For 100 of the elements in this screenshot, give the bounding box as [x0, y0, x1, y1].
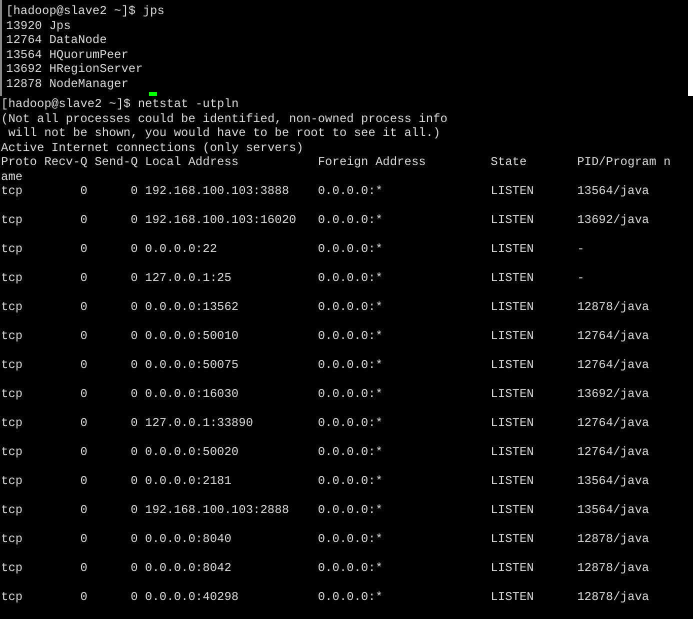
column-header: Local Address [145, 155, 239, 169]
table-cell-text: 0 [130, 300, 138, 316]
column-header: Recv-Q [44, 155, 88, 169]
table-cell: 12878/java [577, 300, 650, 314]
table-cell: 0.0.0.0:* [318, 561, 383, 575]
table-cell: LISTEN [490, 329, 534, 343]
table-cell: 0.0.0.0:50020 [145, 445, 239, 459]
table-cell: LISTEN [490, 416, 534, 430]
table-cell-text: 0 [130, 271, 138, 287]
table-cell-text: 0 [80, 329, 88, 345]
column-header: Foreign Address [318, 155, 426, 169]
table-cell: 12764/java [577, 329, 650, 343]
table-cell-text: 0 [130, 590, 138, 606]
table-cell-text: 0 [80, 358, 88, 374]
table-cell: 0.0.0.0:40298 [145, 590, 239, 604]
table-cell: tcp [1, 387, 23, 401]
table-cell: tcp [1, 271, 23, 285]
table-cell: 0.0.0.0:* [318, 184, 383, 198]
table-cell: 0.0.0.0:* [318, 213, 383, 227]
table-cell: - [577, 271, 584, 285]
table-cell: 0.0.0.0:22 [145, 242, 218, 256]
table-cell: 0.0.0.0:* [318, 590, 383, 604]
table-cell: 12878/java [577, 590, 650, 604]
table-cell: tcp [1, 561, 23, 575]
table-cell-text: 0 [130, 242, 138, 258]
table-cell: tcp [1, 358, 23, 372]
table-cell: 12878/java [577, 561, 650, 575]
table-cell: LISTEN [490, 503, 534, 517]
terminal-line: 13920 Jps [6, 18, 71, 33]
table-cell: 0.0.0.0:16030 [145, 387, 239, 401]
table-cell: 12764/java [577, 358, 650, 372]
table-cell: 0.0.0.0:* [318, 271, 383, 285]
table-cell: 13564/java [577, 503, 650, 517]
table-cell: tcp [1, 300, 23, 314]
table-cell-text: 0 [130, 329, 138, 345]
table-cell-text: 0 [130, 387, 138, 403]
column-header: PID/Program n [577, 155, 671, 169]
table-cell: 0.0.0.0:8042 [145, 561, 232, 575]
table-cell: 0.0.0.0:* [318, 300, 383, 314]
table-cell: 0.0.0.0:8040 [145, 532, 232, 546]
table-cell: 12878/java [577, 532, 650, 546]
table-cell: LISTEN [490, 445, 534, 459]
table-cell: tcp [1, 445, 23, 459]
column-header: Proto [1, 155, 38, 169]
table-cell-text: 0 [130, 503, 138, 519]
table-cell: LISTEN [490, 532, 534, 546]
table-cell: 192.168.100.103:3888 [145, 184, 290, 198]
terminal-line: 13564 HQuorumPeer [6, 48, 128, 62]
table-cell: tcp [1, 532, 23, 546]
terminal-line: (Not all processes could be identified, non-owned process info [1, 112, 448, 126]
table-cell-text: 0 [130, 561, 138, 577]
table-cell: LISTEN [490, 474, 534, 488]
table-cell: tcp [1, 213, 23, 227]
table-cell: LISTEN [490, 387, 534, 401]
table-cell: 13564/java [577, 474, 650, 488]
table-cell: tcp [1, 590, 23, 604]
table-cell-text: 0 [80, 300, 88, 316]
table-cell-text: 0 [130, 184, 138, 200]
table-cell-text: 0 [130, 532, 138, 548]
table-cell: LISTEN [490, 358, 534, 372]
table-cell-text: 0 [130, 213, 138, 229]
table-cell: 12764/java [577, 416, 650, 430]
table-cell: LISTEN [490, 561, 534, 575]
table-cell: LISTEN [490, 271, 534, 285]
terminal-line: 12878 NodeManager [6, 76, 128, 91]
column-header: State [490, 155, 527, 169]
table-cell: 0.0.0.0:* [318, 532, 383, 546]
table-cell: 127.0.0.1:33890 [145, 416, 254, 430]
table-cell: 0.0.0.0:50075 [145, 358, 239, 372]
table-cell-text: 0 [80, 213, 88, 229]
table-cell: 0.0.0.0:2181 [145, 474, 232, 488]
table-cell: 0.0.0.0:* [318, 474, 383, 488]
table-cell-text: 0 [130, 445, 138, 461]
table-cell-text: 0 [80, 474, 88, 490]
column-header: Send-Q [94, 155, 138, 169]
table-cell-text: 0 [80, 590, 88, 606]
table-cell: 0.0.0.0:* [318, 416, 383, 430]
table-cell: tcp [1, 416, 23, 430]
table-cell: 0.0.0.0:50010 [145, 329, 239, 343]
column-header: ame [1, 170, 23, 184]
terminal-line: will not be shown, you would have to be root to see it all.) [7, 126, 440, 140]
table-cell: tcp [1, 474, 23, 488]
table-cell: 0.0.0.0:* [318, 387, 383, 401]
table-cell: 0.0.0.0:13562 [145, 300, 239, 314]
table-cell-text: 0 [80, 242, 88, 258]
table-cell-text: 0 [80, 503, 88, 519]
table-cell: tcp [1, 184, 23, 198]
terminal-line: 13692 HRegionServer [6, 62, 143, 76]
table-cell: 12764/java [577, 445, 650, 459]
terminal-line: Active Internet connections (only servers) [1, 140, 304, 155]
table-cell-text: 0 [80, 561, 88, 577]
table-cell: 13692/java [577, 387, 650, 401]
table-cell: 192.168.100.103:2888 [145, 503, 290, 517]
table-cell-text: 0 [130, 358, 138, 374]
table-cell-text: 0 [130, 416, 138, 432]
table-cell-text: 0 [80, 184, 88, 200]
table-cell: 0.0.0.0:* [318, 329, 383, 343]
table-cell: - [577, 242, 584, 256]
table-cell: tcp [1, 329, 23, 343]
table-cell-text: 0 [80, 271, 88, 287]
